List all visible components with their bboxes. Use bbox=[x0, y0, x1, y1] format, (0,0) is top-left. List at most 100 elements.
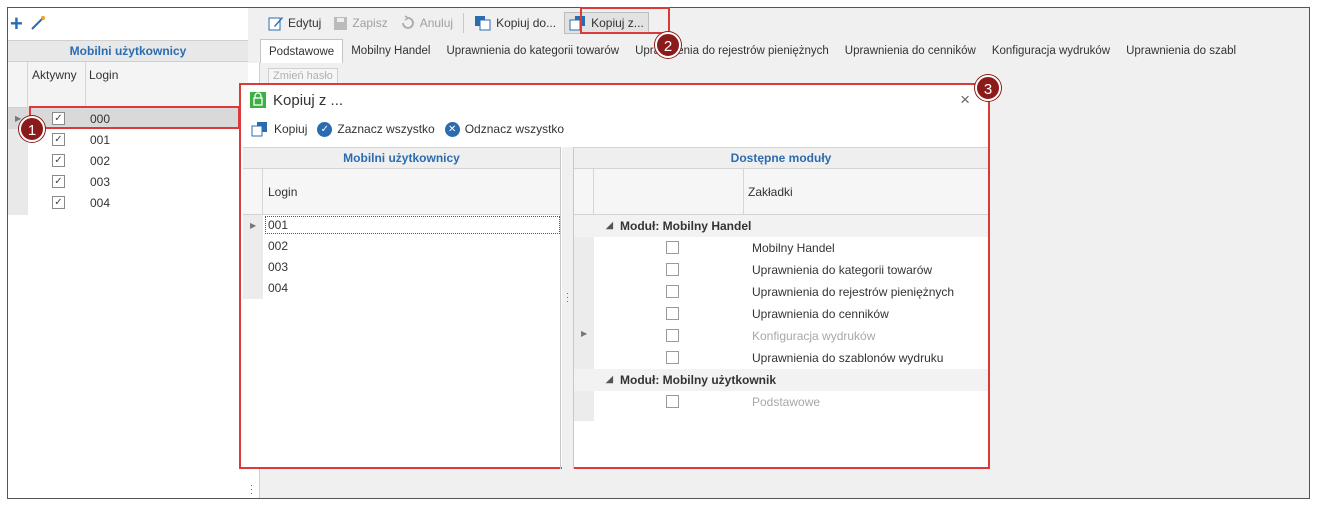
source-users-grid: Mobilni użytkownicy Login ▶ 001 002 003 … bbox=[243, 147, 561, 469]
check-circle-icon: ✓ bbox=[317, 121, 333, 137]
user-login: 001 bbox=[90, 133, 111, 147]
active-checkbox[interactable]: ✓ bbox=[52, 196, 65, 209]
edit-label: Edytuj bbox=[288, 16, 322, 30]
change-password-button[interactable]: Zmień hasło bbox=[268, 68, 338, 84]
magic-wand-icon[interactable] bbox=[29, 14, 47, 35]
module-item[interactable]: Uprawnienia do szablonów wydruku bbox=[574, 347, 988, 369]
tab-print-config[interactable]: Konfiguracja wydruków bbox=[984, 39, 1118, 63]
modules-column-header: Zakładki bbox=[574, 169, 988, 215]
copy-label: Kopiuj bbox=[274, 122, 308, 136]
module-checkbox[interactable] bbox=[666, 307, 679, 320]
source-user-row[interactable]: 002 bbox=[243, 236, 560, 257]
module-checkbox[interactable] bbox=[666, 241, 679, 254]
copy-button[interactable]: Kopiuj bbox=[251, 121, 307, 137]
module-item-label: Uprawnienia do cenników bbox=[752, 307, 889, 321]
user-row[interactable]: ✓ 003 bbox=[8, 171, 248, 192]
module-checkbox[interactable] bbox=[666, 263, 679, 276]
column-active[interactable]: Aktywny bbox=[28, 62, 86, 108]
module-checkbox[interactable] bbox=[666, 285, 679, 298]
source-users-list: ▶ 001 002 003 004 bbox=[243, 215, 560, 299]
edit-icon bbox=[268, 17, 283, 31]
module-item[interactable]: Uprawnienia do cenników bbox=[574, 303, 988, 325]
source-user-row[interactable]: 003 bbox=[243, 257, 560, 278]
modules-grid: Dostępne moduły Zakładki ▶ ◢ Moduł: Mobi… bbox=[574, 147, 988, 469]
modules-title: Dostępne moduły bbox=[574, 147, 988, 169]
cancel-button[interactable]: Anuluj bbox=[396, 12, 457, 34]
copy-icon bbox=[251, 122, 267, 137]
save-icon bbox=[334, 16, 348, 30]
copy-to-label: Kopiuj do... bbox=[496, 16, 557, 30]
module-checkbox[interactable] bbox=[666, 351, 679, 364]
module-item-label: Uprawnienia do kategorii towarów bbox=[752, 263, 933, 277]
source-user-login: 002 bbox=[268, 239, 289, 253]
users-panel-title: Mobilni użytkownicy bbox=[8, 40, 248, 62]
module-checkbox[interactable] bbox=[666, 329, 679, 342]
save-label: Zapisz bbox=[352, 16, 388, 30]
module-item[interactable]: Uprawnienia do rejestrów pieniężnych bbox=[574, 281, 988, 303]
copy-from-dialog: Kopiuj z ... × Kopiuj ✓ Zaznacz wszystko… bbox=[239, 83, 990, 469]
users-panel: + Mobilni użytkownicy Aktywny Login ▶ ✓ … bbox=[8, 8, 248, 498]
source-user-row[interactable]: ▶ 001 bbox=[243, 215, 560, 236]
column-tabs[interactable]: Zakładki bbox=[748, 185, 793, 199]
add-icon[interactable]: + bbox=[10, 13, 23, 35]
edit-button[interactable]: Edytuj bbox=[264, 12, 325, 34]
module-group[interactable]: ◢ Moduł: Mobilny Handel bbox=[574, 215, 988, 237]
source-user-login: 001 bbox=[265, 216, 560, 234]
splitter[interactable]: · · · bbox=[562, 147, 574, 469]
column-login[interactable]: Login bbox=[86, 68, 118, 82]
deselect-all-label: Odznacz wszystko bbox=[464, 122, 565, 136]
module-checkbox[interactable] bbox=[666, 395, 679, 408]
tab-basic[interactable]: Podstawowe bbox=[260, 39, 344, 63]
module-item-label: Podstawowe bbox=[752, 395, 821, 409]
user-login: 004 bbox=[90, 196, 111, 210]
tab-bar: Podstawowe Mobilny Handel Uprawnienia do… bbox=[260, 39, 1244, 63]
module-item[interactable]: Podstawowe bbox=[574, 391, 988, 413]
module-group-label: Moduł: Mobilny Handel bbox=[620, 219, 752, 233]
highlight-copy-from bbox=[580, 7, 670, 34]
users-column-header: Aktywny Login bbox=[8, 62, 248, 108]
save-button[interactable]: Zapisz bbox=[329, 12, 391, 34]
app-icon bbox=[250, 92, 266, 108]
source-user-login: 003 bbox=[268, 260, 289, 274]
column-login[interactable]: Login bbox=[268, 185, 297, 199]
tab-price-lists[interactable]: Uprawnienia do cenników bbox=[837, 39, 984, 63]
module-group[interactable]: ◢ Moduł: Mobilny użytkownik bbox=[574, 369, 988, 391]
dialog-title: Kopiuj z ... bbox=[273, 91, 344, 109]
user-row[interactable]: ✓ 004 bbox=[8, 192, 248, 213]
callout-badge: 3 bbox=[975, 75, 1001, 101]
users-toolbar: + bbox=[8, 8, 248, 40]
source-users-title: Mobilni użytkownicy bbox=[243, 147, 560, 169]
tab-product-categories[interactable]: Uprawnienia do kategorii towarów bbox=[438, 39, 627, 63]
modules-list: ▶ ◢ Moduł: Mobilny Handel Mobilny Handel… bbox=[574, 215, 988, 421]
tab-print-templates[interactable]: Uprawnienia do szabl bbox=[1118, 39, 1244, 63]
module-item[interactable]: Uprawnienia do kategorii towarów bbox=[574, 259, 988, 281]
callout-badge: 1 bbox=[19, 116, 45, 142]
active-checkbox[interactable]: ✓ bbox=[52, 175, 65, 188]
active-checkbox[interactable]: ✓ bbox=[52, 154, 65, 167]
copy-to-button[interactable]: Kopiuj do... bbox=[470, 12, 560, 34]
module-item-label: Uprawnienia do rejestrów pieniężnych bbox=[752, 285, 955, 299]
close-icon[interactable]: × bbox=[960, 90, 970, 110]
module-item-label: Konfiguracja wydruków bbox=[752, 329, 876, 343]
module-item-label: Mobilny Handel bbox=[752, 241, 835, 255]
module-item[interactable]: Konfiguracja wydruków bbox=[574, 325, 988, 347]
splitter-grip-icon[interactable]: · · · bbox=[250, 481, 253, 498]
row-indicator-icon: ▶ bbox=[250, 221, 257, 230]
module-group-label: Moduł: Mobilny użytkownik bbox=[620, 373, 776, 387]
source-users-column-header: Login bbox=[243, 169, 560, 215]
module-item-label: Uprawnienia do szablonów wydruku bbox=[752, 351, 944, 365]
collapse-icon[interactable]: ◢ bbox=[606, 374, 613, 385]
source-user-row[interactable]: 004 bbox=[243, 278, 560, 299]
module-item[interactable]: Mobilny Handel bbox=[574, 237, 988, 259]
highlight-user-row bbox=[29, 106, 240, 129]
select-all-label: Zaznacz wszystko bbox=[337, 122, 435, 136]
cancel-label: Anuluj bbox=[419, 16, 454, 30]
user-row[interactable]: ✓ 002 bbox=[8, 150, 248, 171]
tab-mobile-trade[interactable]: Mobilny Handel bbox=[343, 39, 438, 63]
deselect-all-button[interactable]: ✕ Odznacz wszystko bbox=[444, 121, 565, 137]
select-all-button[interactable]: ✓ Zaznacz wszystko bbox=[317, 121, 435, 137]
active-checkbox[interactable]: ✓ bbox=[52, 133, 65, 146]
collapse-icon[interactable]: ◢ bbox=[606, 220, 613, 231]
undo-icon bbox=[401, 15, 414, 29]
callout-badge: 2 bbox=[655, 32, 681, 58]
